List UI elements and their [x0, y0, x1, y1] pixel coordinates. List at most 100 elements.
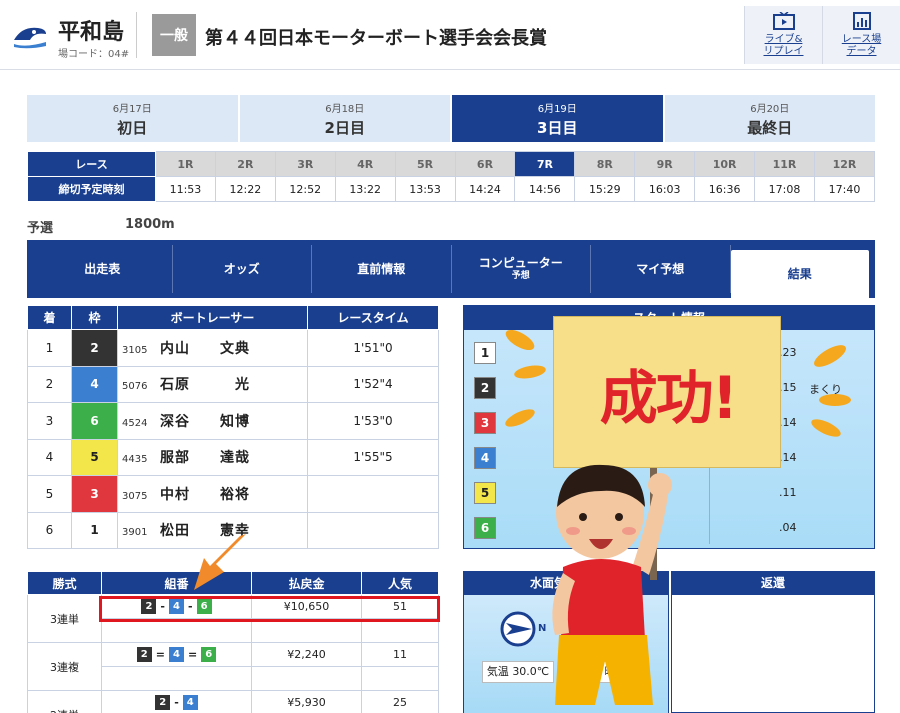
combo-sep: - — [174, 695, 179, 709]
race-distance: 1800m — [125, 217, 175, 232]
grade-badge: 一般 — [152, 14, 196, 56]
col-frame: 枠 — [71, 305, 118, 330]
col-bet-type: 勝式 — [27, 571, 102, 595]
tab-results[interactable]: 結果 — [730, 250, 869, 298]
tab-entries[interactable]: 出走表 — [33, 245, 173, 293]
boat-logo-icon — [14, 27, 46, 49]
racer-name[interactable]: 深谷 知博 — [160, 414, 250, 430]
live-replay-label-2: リプレイ — [763, 46, 804, 57]
col-popularity: 人気 — [361, 571, 439, 595]
stadium-name: 平和島 — [58, 20, 125, 45]
day-tab-3[interactable]: 6月19日 3日目 — [452, 95, 663, 142]
racer-cell: 4524 深谷 知博 — [117, 402, 308, 440]
result-table: 着 枠 ボートレーサー レースタイム 1 2 3105 内山 文典 1'51"0 2 4 50… — [27, 305, 439, 549]
tv-icon — [772, 12, 795, 30]
tab-computer-prediction[interactable]: コンピューター 予想 — [452, 245, 591, 293]
deadline-cell-10: 16:36 — [694, 176, 756, 202]
payout-row: 3連複 2 = 4 = 6 ¥2,240 11 — [27, 642, 439, 691]
frame-cell: 5 — [71, 438, 118, 476]
race-type: 予選 — [27, 221, 54, 236]
racer-name[interactable]: 内山 文典 — [160, 341, 250, 357]
col-racer: ボートレーサー — [117, 305, 308, 330]
spacer-cell — [101, 618, 252, 643]
col-payout: 払戻金 — [251, 571, 362, 595]
frame-cell: 6 — [71, 402, 118, 440]
day-date: 6月19日 — [537, 103, 577, 115]
combo-cell: 2 = 4 = 6 — [101, 642, 252, 667]
rank-cell: 6 — [27, 511, 72, 549]
racer-cell: 3105 内山 文典 — [117, 329, 308, 367]
racer-name[interactable]: 石原 光 — [160, 377, 250, 393]
stadium-code: 場コード：04# — [58, 49, 130, 60]
race-title: 第４４回日本モーターボート選手会会長賞 — [205, 28, 547, 49]
stadium-data-button[interactable]: レース場 データ — [822, 6, 900, 64]
popularity-cell: 11 — [361, 642, 439, 667]
racer-name[interactable]: 服部 達哉 — [160, 450, 250, 466]
deadline-header: 締切予定時刻 — [27, 176, 156, 202]
racer-reg-number: 3105 — [122, 344, 148, 356]
race-cell-7[interactable]: 7R — [514, 151, 576, 177]
deadline-cell-12: 17:40 — [813, 176, 876, 202]
race-cell-5[interactable]: 5R — [394, 151, 456, 177]
tab-my-prediction[interactable]: マイ予想 — [591, 245, 731, 293]
site-header: 平和島 場コード：04# 一般 第４４回日本モーターボート選手会会長賞 ライブ&… — [0, 0, 900, 70]
popularity-cell: 25 — [361, 690, 439, 713]
race-cell-2[interactable]: 2R — [214, 151, 276, 177]
tab-odds[interactable]: オッズ — [173, 245, 312, 293]
tab-before-info[interactable]: 直前情報 — [312, 245, 452, 293]
race-time-cell — [307, 475, 439, 513]
tab-label: オッズ — [223, 261, 260, 276]
race-cell-4[interactable]: 4R — [334, 151, 396, 177]
racer-reg-number: 3075 — [122, 490, 148, 502]
race-cell-11[interactable]: 11R — [754, 151, 815, 177]
race-cell-3[interactable]: 3R — [274, 151, 336, 177]
day-date: 6月17日 — [112, 103, 152, 115]
race-cell-1[interactable]: 1R — [155, 151, 216, 177]
race-cell-12[interactable]: 12R — [813, 151, 876, 177]
refund-title: 返還 — [672, 572, 874, 595]
bet-type-cell: 3連複 — [27, 642, 102, 691]
deadline-cell-11: 17:08 — [754, 176, 815, 202]
racer-name[interactable]: 中村 裕将 — [160, 487, 250, 503]
frame-cell: 1 — [71, 511, 118, 549]
race-header: レース — [27, 151, 156, 177]
race-cell-8[interactable]: 8R — [574, 151, 636, 177]
tab-label: 出走表 — [84, 261, 121, 276]
race-menu: 出走表 オッズ 直前情報 コンピューター 予想 マイ予想 結果 — [27, 240, 875, 298]
frame-cell: 2 — [71, 329, 118, 367]
deadline-cell-2: 12:22 — [214, 176, 276, 202]
divider — [136, 12, 137, 58]
frame-cell: 3 — [71, 475, 118, 513]
frame-cell: 4 — [71, 365, 118, 403]
payout-row: 2連単2-4¥5,93025 — [27, 690, 439, 713]
air-temp: 気温 30.0℃ — [482, 661, 554, 683]
race-cell-6[interactable]: 6R — [454, 151, 516, 177]
start-timing: .04 — [779, 521, 797, 534]
tab-sub-label: 予想 — [511, 270, 530, 281]
tab-label: 直前情報 — [357, 261, 406, 276]
result-row: 4 5 4435 服部 達哉 1'55"5 — [27, 438, 439, 476]
deadline-cell-7: 14:56 — [514, 176, 576, 202]
spacer-cell — [251, 666, 362, 691]
day-label: 3日目 — [537, 118, 578, 137]
racer-reg-number: 3901 — [122, 527, 148, 539]
result-row: 1 2 3105 内山 文典 1'51"0 — [27, 329, 439, 367]
stadium-data-label-1: レース場 — [841, 34, 882, 45]
deadline-cell-5: 13:53 — [394, 176, 456, 202]
race-time-cell: 1'52"4 — [307, 365, 439, 403]
bet-type-cell: 2連単 — [27, 690, 102, 713]
spacer-cell — [251, 618, 362, 643]
live-replay-button[interactable]: ライブ& リプレイ — [744, 6, 822, 64]
racer-cell: 5076 石原 光 — [117, 365, 308, 403]
combo-boat: 4 — [169, 647, 184, 662]
race-selector-table: レース 1R 2R 3R 4R 5R 6R 7R 8R 9R 10R 11R 12R 締切予定時刻 1… — [27, 151, 876, 202]
air-temp-label: 気温 — [486, 665, 509, 678]
race-cell-9[interactable]: 9R — [634, 151, 696, 177]
day-tab-4[interactable]: 6月20日 最終日 — [664, 95, 875, 142]
refund-panel: 返還 — [671, 571, 875, 713]
day-tab-1[interactable]: 6月17日 初日 — [27, 95, 238, 142]
race-cell-10[interactable]: 10R — [694, 151, 756, 177]
start-timing: .11 — [779, 486, 797, 499]
day-tab-2[interactable]: 6月18日 2日目 — [239, 95, 450, 142]
day-label: 最終日 — [747, 118, 793, 137]
